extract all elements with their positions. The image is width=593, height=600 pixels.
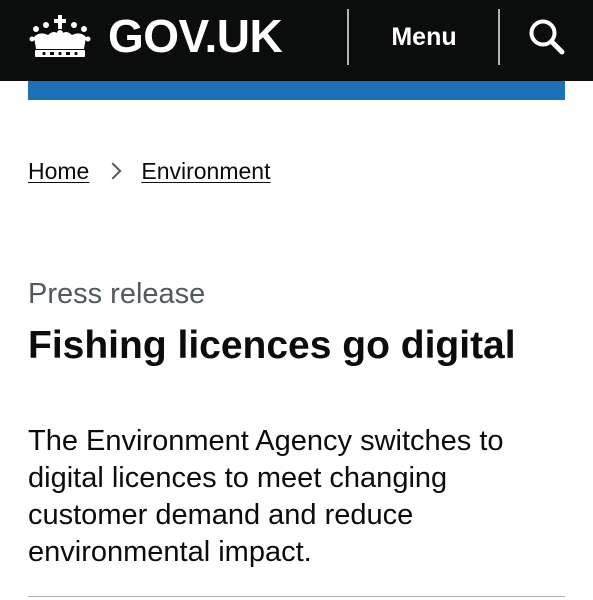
page-summary: The Environment Agency switches to digit… [28,425,504,568]
page-title: Fishing licences go digital [28,324,516,367]
site-header: GOV.UK Menu [0,0,593,81]
govuk-logo-link[interactable]: GOV.UK [28,10,283,62]
logo-text: GOV.UK [108,10,283,62]
page: GOV.UK Menu Home Environment Press relea… [0,0,593,600]
header-divider [498,9,500,65]
search-icon [524,14,570,60]
header-accent-bar [28,81,565,100]
breadcrumb: Home Environment [28,154,270,188]
chevron-right-icon [104,162,122,180]
breadcrumb-link-environment[interactable]: Environment [141,158,270,185]
breadcrumb-link-home[interactable]: Home [28,158,89,185]
section-divider [28,596,565,597]
menu-button[interactable]: Menu [368,18,480,56]
header-divider [347,9,349,65]
page-caption: Press release [28,278,206,310]
search-button[interactable] [524,14,570,60]
crown-icon [28,13,92,59]
